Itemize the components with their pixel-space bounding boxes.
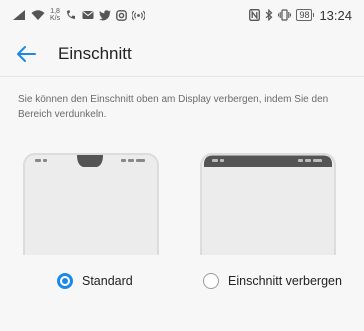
notch-shape [77, 155, 103, 167]
arrow-left-icon[interactable] [14, 42, 38, 66]
wifi-icon [31, 10, 45, 20]
preview-clock [136, 159, 145, 162]
preview-status-b [305, 159, 311, 162]
title-bar: Einschnitt [0, 30, 364, 76]
dark-band-preview [204, 155, 332, 167]
page-title: Einschnitt [58, 44, 132, 63]
instagram-icon [116, 9, 128, 21]
option-standard-label: Standard [82, 274, 133, 288]
battery-indicator: 98 [296, 9, 315, 21]
option-standard[interactable]: Standard [57, 268, 133, 294]
clock: 13:24 [319, 7, 352, 23]
preview-wifi [220, 159, 224, 162]
status-bar: 1,8 K/s 98 13:24 [0, 0, 364, 30]
notch-preview [35, 155, 145, 167]
status-left: 1,8 K/s [12, 6, 146, 24]
option-hide-notch[interactable]: Einschnitt verbergen [203, 268, 342, 294]
missed-call-icon [67, 10, 76, 19]
bluetooth-icon [266, 9, 273, 21]
vibrate-icon [278, 9, 292, 21]
email-icon [82, 11, 94, 19]
preview-standard[interactable] [23, 153, 159, 255]
preview-hide-notch[interactable] [200, 153, 336, 255]
preview-status-b [128, 159, 134, 162]
preview-status-a [298, 159, 303, 162]
hotspot-icon [132, 10, 146, 20]
status-right: 98 13:24 [249, 6, 352, 24]
description-text: Sie können den Einschnitt oben am Displa… [18, 94, 329, 120]
option-hide-notch-label: Einschnitt verbergen [228, 274, 342, 288]
network-speed-unit: K/s [50, 15, 61, 22]
preview-clock [313, 159, 322, 162]
nfc-icon [249, 9, 261, 21]
radio-hide-notch[interactable] [203, 273, 219, 289]
header-divider [0, 76, 364, 77]
network-speed-value: 1,8 [50, 8, 60, 15]
radio-standard[interactable] [57, 273, 73, 289]
preview-status-a [121, 159, 126, 162]
preview-wifi [43, 159, 47, 162]
signal-icon [13, 10, 25, 20]
preview-signal [35, 159, 41, 162]
twitter-icon [99, 9, 112, 20]
network-speed: 1,8 K/s [50, 8, 60, 22]
preview-signal [212, 159, 218, 162]
